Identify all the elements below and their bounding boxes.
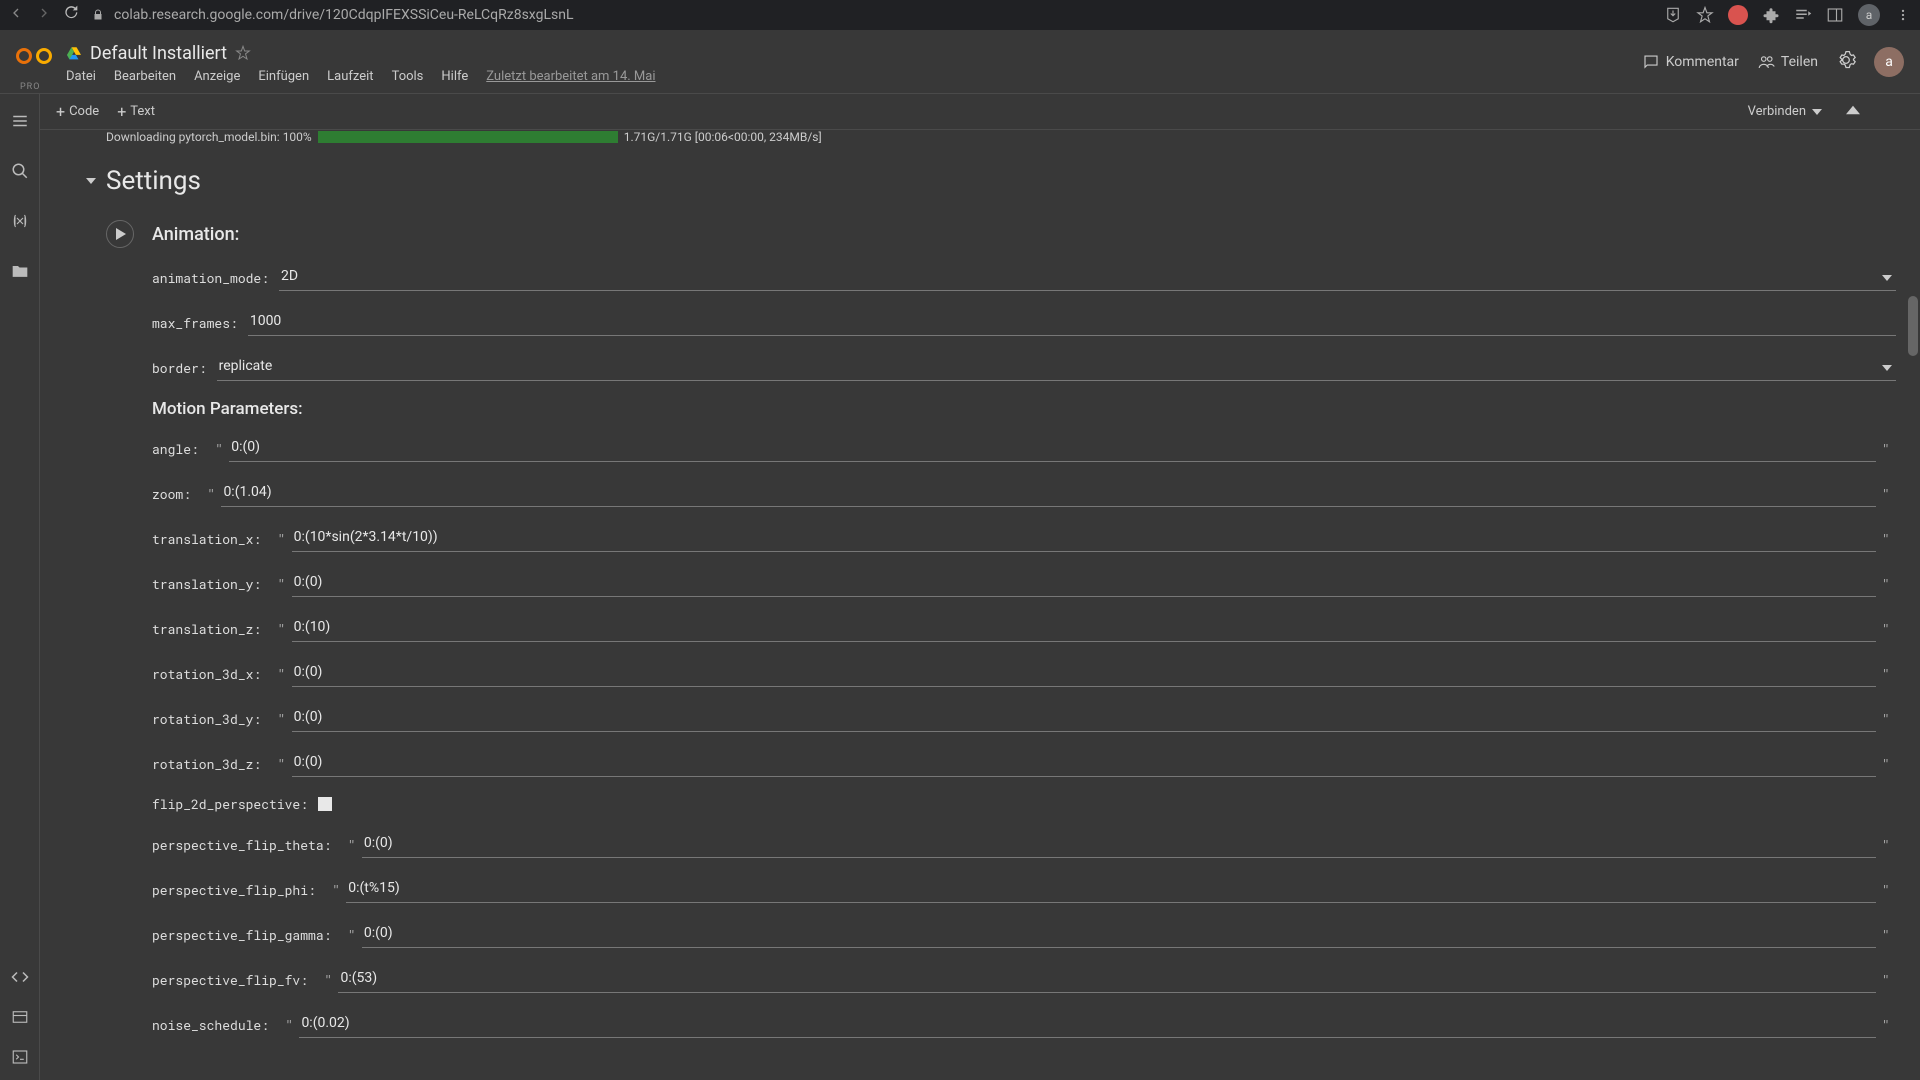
share-button[interactable]: Teilen [1757, 53, 1818, 71]
input-perspective-flip-theta[interactable] [362, 831, 1876, 858]
connect-button[interactable]: Verbinden [1738, 100, 1832, 123]
url-text: colab.research.google.com/drive/120CdqpI… [114, 7, 574, 23]
chevron-down-icon [1812, 109, 1822, 115]
input-translation-y[interactable] [292, 570, 1876, 597]
star-icon[interactable] [235, 45, 251, 61]
input-rotation-3d-x[interactable] [292, 660, 1876, 687]
menu-runtime[interactable]: Laufzeit [327, 69, 373, 84]
terminal-icon[interactable] [11, 1048, 29, 1070]
menu-bar: Datei Bearbeiten Anzeige Einfügen Laufze… [66, 69, 1642, 84]
reading-list-icon[interactable] [1794, 6, 1812, 24]
toc-icon[interactable] [11, 112, 29, 134]
last-edit-link[interactable]: Zuletzt bearbeitet am 14. Mai [486, 69, 655, 84]
user-avatar[interactable]: a [1874, 47, 1904, 77]
input-animation-mode[interactable] [279, 264, 1896, 291]
label-rotation-3d-x: rotation_3d_x [152, 665, 261, 683]
input-rotation-3d-z[interactable] [292, 750, 1876, 777]
code-snippets-icon[interactable] [11, 968, 29, 990]
scrollbar-vertical[interactable] [1908, 296, 1918, 356]
download-label: Downloading pytorch_model.bin: 100% [106, 130, 312, 144]
reload-icon[interactable] [64, 5, 80, 25]
label-perspective-flip-theta: perspective_flip_theta [152, 836, 331, 854]
menu-help[interactable]: Hilfe [441, 69, 468, 84]
notebook-title[interactable]: Default Installiert [90, 43, 227, 64]
drive-icon [66, 46, 82, 60]
cell-heading-animation: Animation: [152, 224, 239, 245]
label-zoom: zoom [152, 485, 191, 503]
input-noise-schedule[interactable] [299, 1011, 1875, 1038]
input-zoom[interactable] [221, 480, 1875, 507]
colab-header: PRO Default Installiert Datei Bearbeiten… [0, 30, 1920, 94]
section-title: Settings [106, 166, 201, 196]
label-perspective-flip-fv: perspective_flip_fv [152, 971, 308, 989]
url-bar[interactable]: colab.research.google.com/drive/120CdqpI… [92, 7, 1652, 23]
settings-button[interactable] [1836, 50, 1856, 74]
input-angle[interactable] [229, 435, 1875, 462]
download-stats: 1.71G/1.71G [00:06<00:00, 234MB/s] [624, 130, 822, 144]
label-translation-z: translation_z [152, 620, 261, 638]
extensions-icon[interactable] [1762, 6, 1780, 24]
add-text-button[interactable]: +Text [117, 102, 155, 121]
input-perspective-flip-phi[interactable] [346, 876, 1875, 903]
input-border[interactable] [217, 354, 1896, 381]
label-angle: angle [152, 440, 199, 458]
label-rotation-3d-z: rotation_3d_z [152, 755, 261, 773]
chevron-down-icon[interactable] [1882, 275, 1892, 281]
lock-icon [92, 9, 104, 21]
input-translation-z[interactable] [292, 615, 1876, 642]
input-perspective-flip-gamma[interactable] [362, 921, 1876, 948]
variables-icon[interactable] [11, 212, 29, 234]
files-icon[interactable] [11, 262, 29, 284]
label-border: border [152, 359, 207, 377]
menu-view[interactable]: Anzeige [194, 69, 240, 84]
forward-icon[interactable] [36, 5, 52, 25]
panel-icon[interactable] [1826, 6, 1844, 24]
section-caret-icon[interactable] [86, 178, 96, 184]
menu-file[interactable]: Datei [66, 69, 96, 84]
menu-edit[interactable]: Bearbeiten [114, 69, 176, 84]
label-perspective-flip-phi: perspective_flip_phi [152, 881, 316, 899]
install-icon[interactable] [1664, 6, 1682, 24]
chrome-menu-icon[interactable] [1894, 6, 1912, 24]
menu-tools[interactable]: Tools [392, 69, 424, 84]
search-icon[interactable] [11, 162, 29, 184]
label-animation-mode: animation_mode [152, 269, 269, 287]
input-perspective-flip-fv[interactable] [338, 966, 1875, 993]
label-max-frames: max_frames [152, 314, 238, 332]
notebook-content: Downloading pytorch_model.bin: 100% 1.71… [40, 130, 1920, 1080]
browser-avatar[interactable]: a [1858, 4, 1880, 26]
run-cell-button[interactable] [106, 220, 134, 248]
menu-insert[interactable]: Einfügen [258, 69, 309, 84]
left-rail [0, 94, 40, 1080]
input-max-frames[interactable] [248, 309, 1896, 336]
checkbox-flip-2d-perspective[interactable] [318, 797, 332, 811]
chevron-down-icon[interactable] [1882, 365, 1892, 371]
extension-badge[interactable] [1728, 5, 1748, 25]
download-output: Downloading pytorch_model.bin: 100% 1.71… [44, 130, 1920, 144]
input-translation-x[interactable] [292, 525, 1876, 552]
colab-logo[interactable]: PRO [16, 44, 52, 80]
form-cell: Animation: animation_mode max_frames bor… [44, 220, 1920, 1038]
label-translation-y: translation_y [152, 575, 261, 593]
add-code-button[interactable]: +Code [56, 102, 99, 121]
label-flip-2d-perspective: flip_2d_perspective [152, 795, 308, 813]
input-rotation-3d-y[interactable] [292, 705, 1876, 732]
back-icon[interactable] [8, 5, 24, 25]
share-icon [1757, 53, 1775, 71]
comment-button[interactable]: Kommentar [1642, 53, 1739, 71]
label-noise-schedule: noise_schedule [152, 1016, 269, 1034]
progress-bar [318, 131, 618, 143]
label-translation-x: translation_x [152, 530, 261, 548]
command-palette-icon[interactable] [11, 1008, 29, 1030]
collapse-button[interactable] [1842, 98, 1864, 125]
subheading-motion: Motion Parameters: [106, 399, 1920, 419]
browser-bar: colab.research.google.com/drive/120CdqpI… [0, 0, 1920, 30]
comment-icon [1642, 53, 1660, 71]
bookmark-star-icon[interactable] [1696, 6, 1714, 24]
toolbar: +Code +Text Verbinden [0, 94, 1920, 130]
label-rotation-3d-y: rotation_3d_y [152, 710, 261, 728]
pro-badge: PRO [20, 82, 40, 92]
label-perspective-flip-gamma: perspective_flip_gamma [152, 926, 331, 944]
